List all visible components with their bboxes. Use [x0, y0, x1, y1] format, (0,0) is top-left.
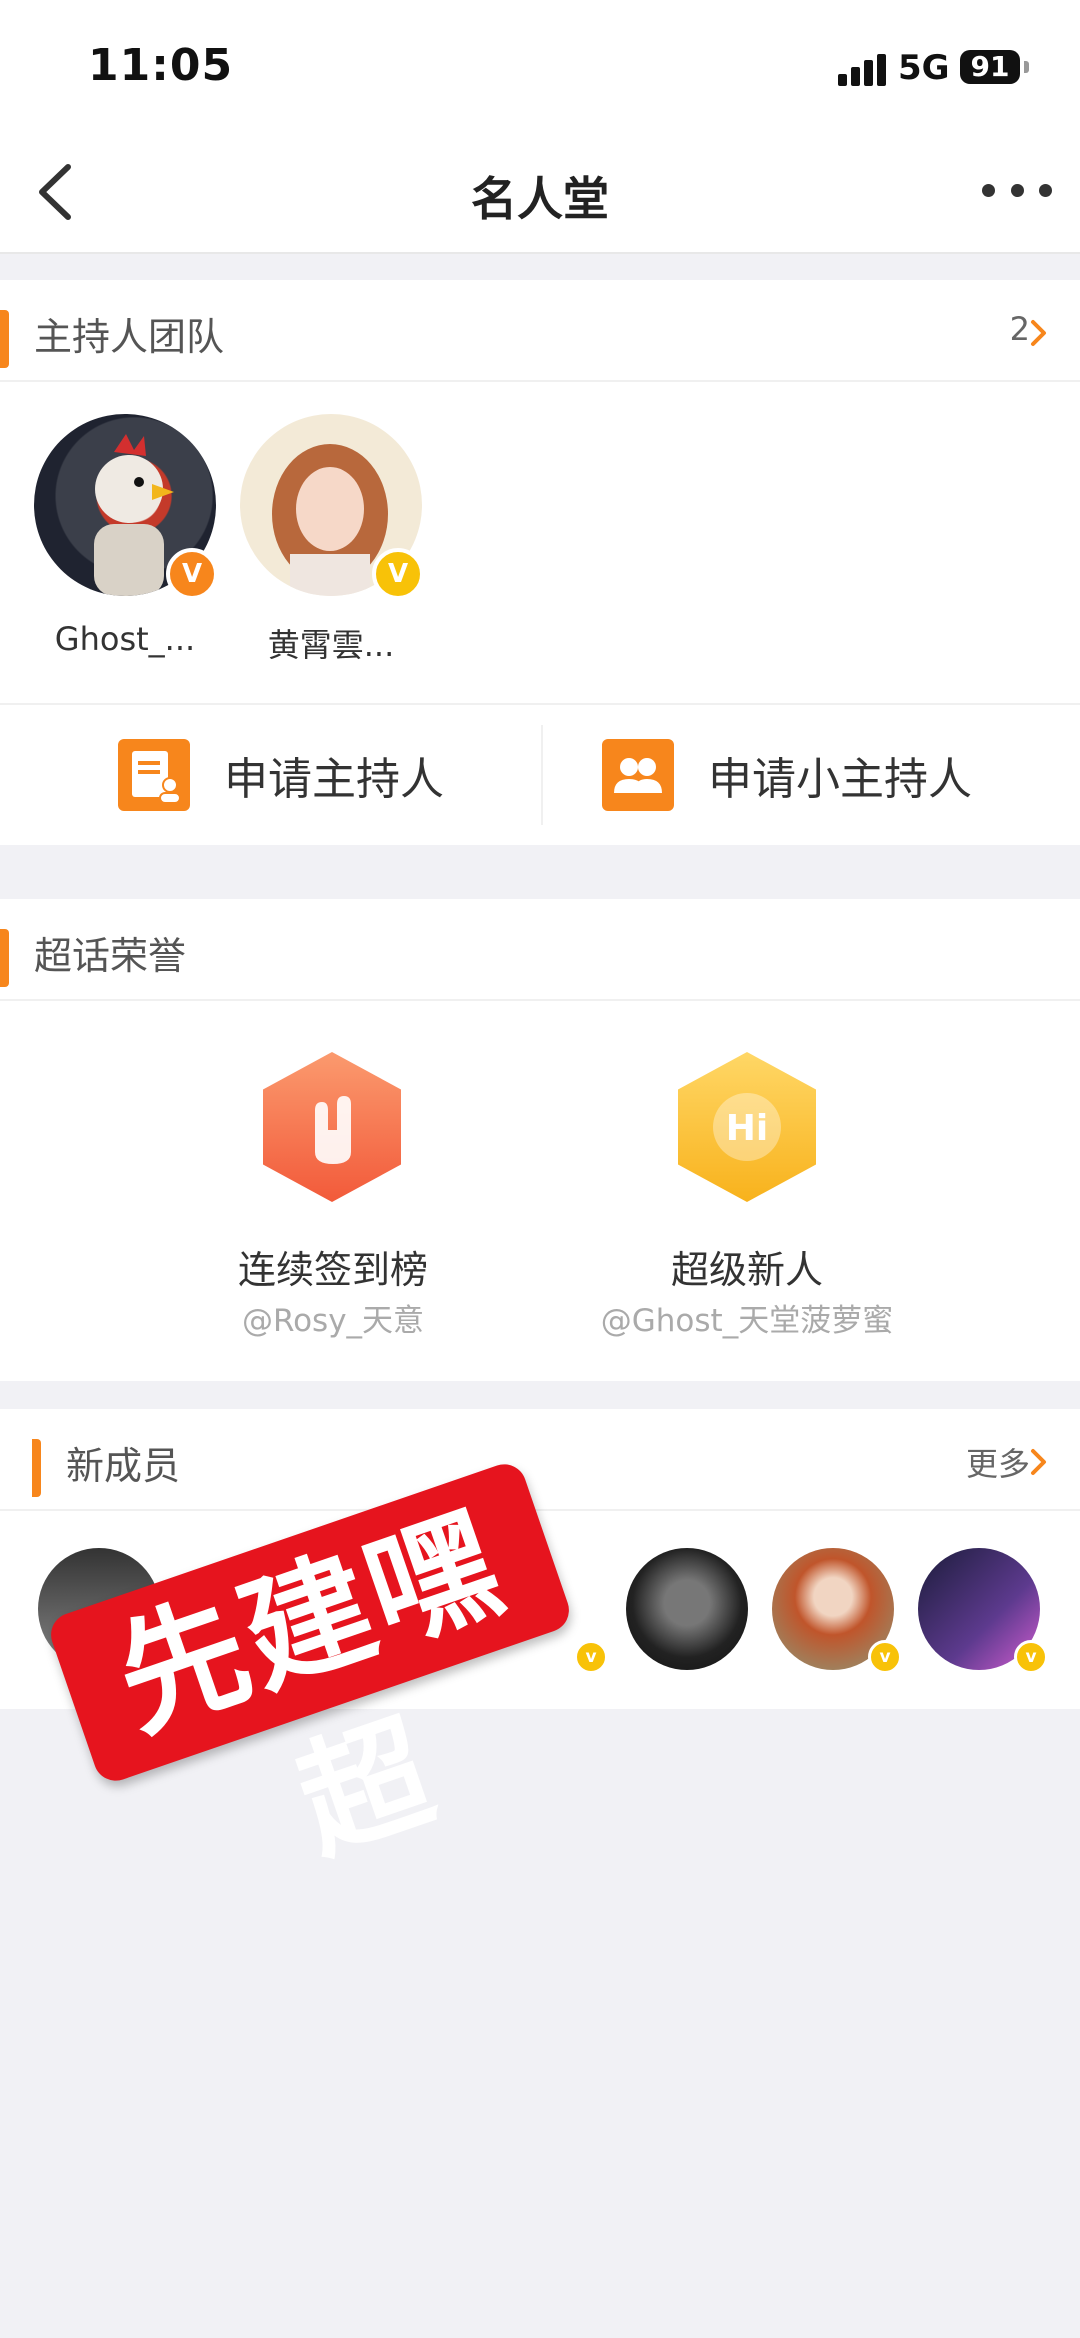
rock-hand-badge-icon — [263, 1052, 401, 1202]
verified-badge-icon: v — [1014, 1640, 1048, 1674]
host-name: 黄霄雲... — [267, 626, 395, 664]
status-bar: 11:05 5G 91 — [0, 0, 1080, 135]
more-button[interactable] — [982, 165, 1052, 215]
more-dot-icon — [1010, 183, 1024, 197]
new-members-title: 新成员 — [66, 1444, 181, 1488]
apply-mini-host-button[interactable]: 申请小主持人 — [602, 705, 972, 845]
host-team-count: 2 — [1009, 310, 1030, 348]
hi-badge-icon: Hi — [678, 1052, 816, 1202]
status-time: 11:05 — [88, 40, 234, 91]
network-type: 5G — [898, 48, 950, 88]
chevron-right-icon — [1031, 1449, 1046, 1475]
honor-item-title: 超级新人 — [670, 1248, 823, 1292]
apply-host-label: 申请主持人 — [224, 754, 444, 805]
group-icon — [602, 739, 674, 811]
honor-item-user: @Rosy_天意 — [241, 1303, 425, 1339]
host-team-header[interactable]: 主持人团队 2 — [0, 280, 1080, 382]
apply-host-button[interactable]: 申请主持人 — [118, 705, 444, 845]
host-team-section: 主持人团队 2 V Ghost_... V 黄霄雲... 申请主持人 申请小主持… — [0, 280, 1080, 845]
nav-bar: 名人堂 — [0, 135, 1080, 254]
honor-item-user: @Ghost_天堂菠萝蜜 — [600, 1303, 894, 1339]
new-members-header[interactable]: 新成员 更多 — [0, 1409, 1080, 1511]
member-avatar[interactable] — [626, 1548, 748, 1670]
honor-item-title: 连续签到榜 — [237, 1248, 428, 1292]
apply-host-icon — [118, 739, 190, 811]
apply-mini-host-label: 申请小主持人 — [708, 754, 972, 805]
honor-header: 超话荣誉 — [0, 899, 1080, 1001]
verified-badge-icon: V — [166, 548, 218, 600]
verified-badge-icon: V — [372, 548, 424, 600]
host-team-title: 主持人团队 — [34, 315, 225, 359]
section-accent-bar — [0, 310, 9, 368]
page-title: 名人堂 — [471, 172, 609, 226]
divider — [541, 725, 543, 825]
more-link[interactable]: 更多 — [966, 1439, 1030, 1485]
honor-section: 超话荣誉 连续签到榜 @Rosy_天意 Hi 超级新人 @Ghost_天堂菠萝蜜 — [0, 899, 1080, 1381]
battery-cap — [1024, 61, 1029, 73]
section-accent-bar — [32, 1439, 41, 1497]
host-name: Ghost_... — [54, 620, 196, 658]
chevron-right-icon — [1031, 320, 1046, 346]
svg-text:Hi: Hi — [726, 1108, 768, 1149]
verified-badge-icon: v — [574, 1640, 608, 1674]
verified-badge-icon: v — [868, 1640, 902, 1674]
section-accent-bar — [0, 929, 9, 987]
more-dot-icon — [982, 183, 995, 197]
honor-title: 超话荣誉 — [34, 934, 187, 978]
signal-icon — [838, 54, 886, 86]
more-dot-icon — [1039, 183, 1052, 197]
battery-icon: 91 — [960, 50, 1020, 84]
